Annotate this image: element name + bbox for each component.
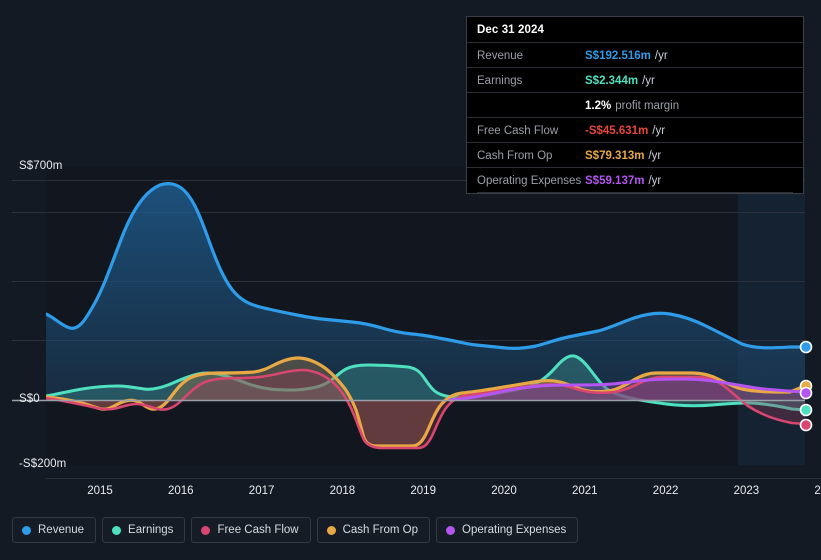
legend-color-dot-icon: [112, 525, 122, 535]
tooltip-row: Revenue S$192.516m/yr: [467, 42, 803, 67]
legend-item-free-cash-flow[interactable]: Free Cash Flow: [191, 517, 311, 543]
tooltip-row: Free Cash Flow -S$45.631m/yr: [467, 117, 803, 142]
legend-color-dot-icon: [446, 525, 456, 535]
tooltip-row-key: Free Cash Flow: [477, 125, 559, 137]
tooltip-row-key: Operating Expenses: [477, 175, 582, 187]
tooltip-bottom-divider: [477, 192, 793, 193]
tooltip-row: Earnings S$2.344m/yr: [467, 67, 803, 92]
endpoint-earnings: [799, 403, 813, 417]
x-axis-label-2015: 2015: [87, 485, 113, 497]
tooltip-row-value: 1.2%: [585, 100, 612, 112]
tooltip-row-value: S$79.313m: [585, 150, 645, 162]
x-axis-label-2019: 2019: [410, 485, 436, 497]
legend-item-earnings[interactable]: Earnings: [102, 517, 186, 543]
tooltip-rows: Revenue S$192.516m/yr Earnings S$2.344m/yr 1…: [467, 42, 803, 192]
legend-item-label: Free Cash Flow: [217, 524, 299, 536]
tooltip-row-value: S$2.344m: [585, 75, 639, 87]
legend-item-label: Cash From Op: [342, 524, 419, 536]
tooltip-row-suffix: /yr: [654, 50, 668, 62]
endpoint-revenue: [799, 340, 813, 354]
tooltip-row: Cash From Op S$79.313m/yr: [467, 142, 803, 167]
y-axis-label-bottom: -S$200m: [19, 458, 67, 470]
tooltip-row-suffix: profit margin: [615, 100, 680, 112]
x-axis-label-2022: 2022: [652, 485, 679, 497]
legend-color-dot-icon: [22, 525, 31, 535]
legend-color-dot-icon: [201, 525, 211, 535]
tooltip-date: Dec 31 2024: [477, 24, 544, 36]
legend-item-label: Operating Expenses: [462, 524, 567, 536]
tooltip-row-value-wrap: S$59.137m/yr: [585, 171, 661, 189]
tooltip-row-suffix: /yr: [648, 175, 662, 187]
tooltip-row-key: Cash From Op: [477, 150, 553, 162]
tooltip-row-value-wrap: 1.2% profit margin: [585, 96, 679, 114]
y-axis-label-top: S$700m: [19, 160, 63, 172]
legend-item-cash-from-op[interactable]: Cash From Op: [316, 517, 431, 543]
tooltip-row-key: Earnings: [477, 75, 523, 87]
tooltip-row-value-wrap: S$192.516m/yr: [585, 46, 668, 64]
tooltip-row-suffix: /yr: [648, 150, 662, 162]
x-axis-label-2018: 2018: [329, 485, 356, 497]
x-axis-label-2023: 2023: [733, 485, 760, 497]
legend-item-label: Earnings: [128, 524, 174, 536]
tooltip-row: Operating Expenses S$59.137m/yr: [467, 167, 803, 192]
chart-tooltip: Dec 31 2024 Revenue S$192.516m/yr Earnings…: [466, 16, 804, 194]
tooltip-row-suffix: /yr: [642, 75, 655, 87]
legend-item-revenue[interactable]: Revenue: [12, 517, 97, 543]
y-axis-label-zero: S$0: [19, 393, 40, 405]
x-axis-label-2017: 2017: [248, 485, 275, 497]
endpoint-freecashflow: [799, 418, 813, 432]
x-axis-label-2016: 2016: [168, 485, 194, 497]
financial-chart-screenshot: S$700m S$0 -S$200m 2015 2016 2017 2018 2019 2…: [0, 0, 821, 560]
tooltip-row-value: S$59.137m: [585, 175, 645, 187]
x-axis-label-2020: 2020: [491, 485, 517, 497]
legend-item-operating-expenses[interactable]: Operating Expenses: [436, 517, 579, 543]
tooltip-row-value: -S$45.631m: [585, 125, 649, 137]
tooltip-row-value: S$192.516m: [585, 50, 651, 62]
x-axis-label-2021: 2021: [572, 485, 598, 497]
legend-color-dot-icon: [326, 525, 336, 535]
x-axis-label-2024: 2024: [814, 485, 821, 497]
tooltip-row: 1.2% profit margin: [467, 92, 803, 117]
endpoint-operatingexpenses: [799, 386, 813, 400]
tooltip-row-value-wrap: -S$45.631m/yr: [585, 121, 665, 139]
chart-legend[interactable]: Revenue Earnings Free Cash Flow Cash From O…: [12, 517, 579, 543]
tooltip-row-suffix: /yr: [652, 125, 666, 137]
tooltip-row-value-wrap: S$79.313m/yr: [585, 146, 661, 164]
legend-item-label: Revenue: [38, 524, 85, 536]
tooltip-row-value-wrap: S$2.344m/yr: [585, 71, 655, 89]
tooltip-row-key: Revenue: [477, 50, 524, 62]
